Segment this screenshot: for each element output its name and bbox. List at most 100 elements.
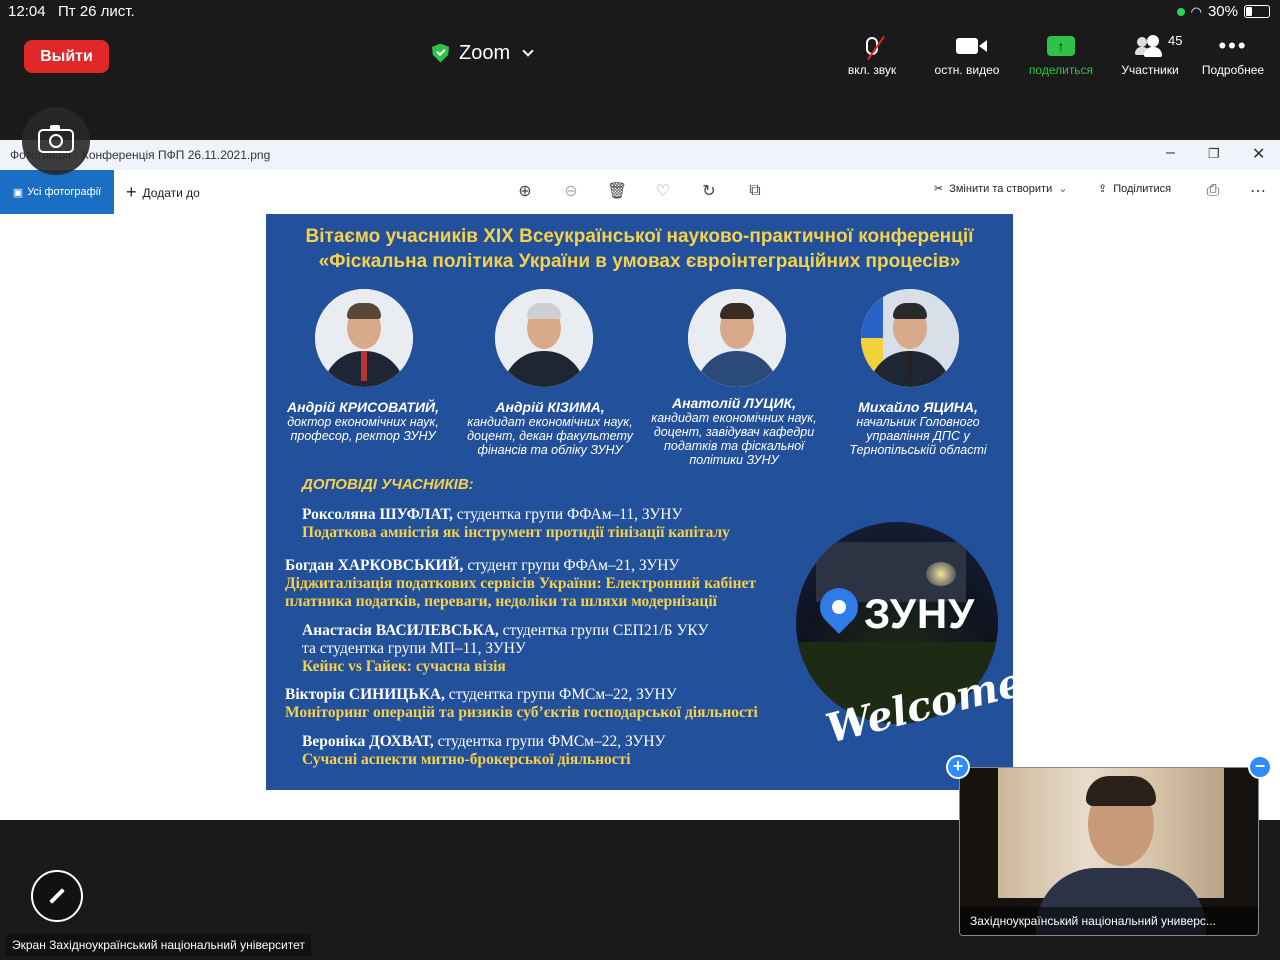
meeting-title-text: Zoom: [459, 41, 511, 64]
battery-percent: 30%: [1207, 3, 1238, 20]
meeting-title[interactable]: Zoom: [432, 40, 534, 66]
speaker-photo-3: [688, 289, 786, 387]
edit-scissors-icon: ✂: [934, 183, 944, 195]
report-topic: Моніторинг операцій та ризиків суб’єктів…: [285, 704, 758, 721]
zoom-out-icon[interactable]: ⊖: [561, 181, 581, 201]
speaker-photo-1: [315, 289, 413, 387]
wifi-icon: ◠: [1190, 3, 1202, 19]
speaker-card-2: Андрій КІЗИМА, кандидат економічних наук…: [460, 400, 640, 457]
participants-icon: [1135, 35, 1165, 57]
close-icon[interactable]: ✕: [1252, 144, 1265, 164]
crop-icon[interactable]: ⧉: [745, 181, 765, 201]
report-topic-line2: платника податків, переваги, недоліки та…: [285, 593, 717, 610]
poster-title-line2: «Фіскальна політика України в умовах євр…: [318, 251, 961, 272]
report-info-line2: та студентка групи МП–11, ЗУНУ: [302, 640, 526, 657]
zoom-in-icon[interactable]: ⊕: [515, 181, 535, 201]
speaker-role: кандидат економічних наук, доцент, декан…: [467, 415, 633, 457]
mute-button[interactable]: вкл. звук: [838, 32, 906, 82]
report-item-3: Анастасія ВАСИЛЕВСЬКА, студентка групи С…: [302, 622, 708, 676]
share-icon: ⇪: [1098, 183, 1108, 195]
edit-create-label: Змінити та створити: [949, 182, 1053, 195]
report-item-5: Вероніка ДОХВАТ, студентка групи ФМСм–22…: [302, 733, 666, 769]
poster-title-line1: Вітаємо учасників XIX Всеукраїнської нау…: [305, 226, 974, 247]
speaker-role: кандидат економічних наук, доцент, завід…: [651, 411, 817, 467]
print-icon[interactable]: ⎙: [1203, 181, 1223, 201]
speaker-role: начальник Головного управління ДПС у Тер…: [849, 415, 987, 457]
status-bar: 12:04 Пт 26 лист. ◠ 30%: [0, 0, 1280, 24]
status-time: 12:04: [8, 3, 46, 20]
delete-icon[interactable]: 🗑: [607, 181, 627, 201]
more-label: Подробнее: [1201, 63, 1265, 77]
share-arrow-icon: ↑: [1047, 36, 1075, 56]
speaker-card-4: Михайло ЯЦИНА, начальник Головного управ…: [828, 400, 1008, 457]
speaker-role: доктор економічних наук, професор, ректо…: [287, 415, 439, 443]
viewer-toolbar: ▣ Усі фотографії + Додати до ⊕ ⊖ 🗑 ♡ ↻ ⧉…: [0, 170, 1280, 214]
report-info: студент групи ФФАм–21, ЗУНУ: [463, 557, 680, 574]
report-topic: Кейнс vs Гайек: сучасна візія: [302, 658, 506, 675]
speaker-name: Андрій КРИСОВАТИЙ,: [287, 399, 439, 415]
report-info: студентка групи ФФАм–11, ЗУНУ: [452, 506, 683, 523]
all-photos-button[interactable]: ▣ Усі фотографії: [0, 170, 114, 214]
conference-poster: Вітаємо учасників XIX Всеукраїнської нау…: [266, 214, 1013, 790]
camera-switch-icon: [38, 125, 74, 153]
speaker-name: Андрій КІЗИМА,: [495, 399, 605, 415]
annotate-button[interactable]: [31, 870, 83, 922]
expand-video-button[interactable]: +: [946, 755, 970, 779]
share-label: поделиться: [1028, 63, 1094, 77]
poster-title: Вітаємо учасників XIX Всеукраїнської нау…: [266, 224, 1013, 274]
microphone-muted-icon: [866, 37, 878, 55]
minimize-icon[interactable]: –: [1166, 144, 1175, 162]
speaker-photo-2: [495, 289, 593, 387]
all-photos-label: Усі фотографії: [27, 186, 102, 198]
report-item-2: Богдан ХАРКОВСЬКИЙ, студент групи ФФАм–2…: [285, 557, 756, 611]
speaker-card-1: Андрій КРИСОВАТИЙ, доктор економічних на…: [273, 400, 453, 443]
minimize-video-button[interactable]: −: [1248, 755, 1272, 779]
chevron-down-icon: ⌄: [1058, 183, 1068, 195]
report-topic: Податкова амністія як інструмент протиді…: [302, 524, 730, 541]
add-to-button[interactable]: + Додати до: [126, 182, 200, 203]
share-photo-label: Поділитися: [1113, 182, 1172, 195]
add-to-label: Додати до: [142, 185, 200, 200]
report-author: Роксоляна ШУФЛАТ,: [302, 506, 453, 523]
restore-icon[interactable]: ❐: [1208, 146, 1220, 162]
shared-screen-window: Фотографії - Конференція ПФП 26.11.2021.…: [0, 140, 1280, 820]
video-label: остн. видео: [934, 63, 1000, 77]
university-logo-text: ЗУНУ: [864, 590, 976, 637]
switch-camera-button[interactable]: [22, 107, 90, 175]
more-button[interactable]: ••• Подробнее: [1196, 32, 1270, 82]
photos-icon: ▣: [12, 186, 24, 199]
battery-icon: [1244, 5, 1270, 18]
reports-heading: ДОПОВІДІ УЧАСНИКІВ:: [302, 476, 474, 493]
pencil-icon: [49, 888, 65, 904]
report-author: Богдан ХАРКОВСЬКИЙ,: [285, 557, 464, 574]
edit-create-button[interactable]: ✂ Змінити та створити ⌄: [934, 182, 1068, 196]
speaker-photo-4: [861, 289, 959, 387]
participant-name: Західноукраїнський національний универс.…: [960, 907, 1258, 935]
report-info: студентка групи СЕП21/Б УКУ: [498, 622, 709, 639]
share-photo-button[interactable]: ⇪ Поділитися: [1098, 182, 1172, 196]
status-date: Пт 26 лист.: [58, 3, 135, 20]
share-button[interactable]: ↑ поделиться: [1022, 32, 1100, 82]
report-author: Анастасія ВАСИЛЕВСЬКА,: [302, 622, 499, 639]
rotate-icon[interactable]: ↻: [699, 181, 719, 201]
leave-button[interactable]: Выйти: [24, 40, 109, 73]
participant-count: 45: [1168, 33, 1183, 48]
participants-label: Участники: [1121, 63, 1179, 77]
security-shield-icon: [432, 43, 449, 63]
report-info: студентка групи ФМСм–22, ЗУНУ: [444, 686, 677, 703]
more-dots-icon: •••: [1218, 33, 1248, 58]
chevron-down-icon: [522, 45, 534, 57]
video-button[interactable]: остн. видео: [926, 32, 1008, 82]
speaker-name: Анатолій ЛУЦИК,: [671, 395, 797, 411]
participant-video-tile[interactable]: Західноукраїнський національний универс.…: [959, 767, 1259, 936]
video-camera-icon: [956, 38, 987, 54]
report-author: Вероніка ДОХВАТ,: [302, 733, 434, 750]
more-options-icon[interactable]: ⋯: [1248, 181, 1268, 201]
report-item-1: Роксоляна ШУФЛАТ, студентка групи ФФАм–1…: [302, 506, 730, 542]
report-topic: Діджиталізація податкових сервісів Украї…: [285, 575, 757, 592]
favorite-heart-icon[interactable]: ♡: [653, 181, 673, 201]
mic-indicator-icon: [1176, 7, 1185, 16]
screen-share-label: Экран Західноукраїнський національний ун…: [6, 934, 311, 956]
report-info: студентка групи ФМСм–22, ЗУНУ: [433, 733, 666, 750]
speaker-name: Михайло ЯЦИНА,: [858, 399, 978, 415]
